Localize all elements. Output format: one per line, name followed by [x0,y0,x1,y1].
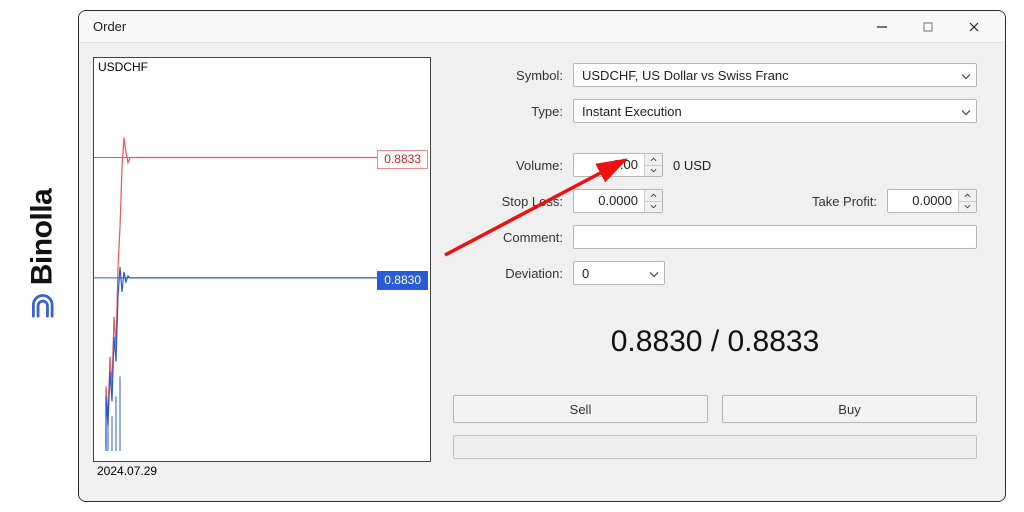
take-profit-label: Take Profit: [797,194,877,209]
sl-step-up[interactable] [645,190,662,201]
window-title: Order [93,19,126,34]
take-profit-value: 0.0000 [888,190,958,212]
symbol-dropdown[interactable]: USDCHF, US Dollar vs Swiss Franc [573,63,977,87]
binolla-logo-icon [27,292,57,325]
sl-step-down[interactable] [645,201,662,213]
symbol-label: Symbol: [453,68,563,83]
tp-step-down[interactable] [959,201,976,213]
chart-panel: USDCHF 0.8833 0.8830 2024.07.29 [93,57,431,487]
sell-button[interactable]: Sell [453,395,708,423]
bid-price-tag: 0.8830 [377,271,428,290]
window-titlebar: Order [79,11,1005,43]
take-profit-input[interactable]: 0.0000 [887,189,977,213]
type-label: Type: [453,104,563,119]
order-window: Order USDCHF [78,10,1006,502]
stop-loss-input[interactable]: 0.0000 [573,189,663,213]
chart-svg [94,58,430,461]
chevron-down-icon [649,266,659,281]
tp-step-up[interactable] [959,190,976,201]
brand-name: Binolla [25,189,59,286]
volume-currency-label: 0 USD [673,158,711,173]
volume-step-down[interactable] [645,165,662,177]
buy-button[interactable]: Buy [722,395,977,423]
close-button[interactable] [951,11,997,43]
chevron-down-icon [961,68,971,83]
brand-watermark: Binolla [12,0,72,512]
volume-value: 0.00 [574,154,644,176]
volume-label: Volume: [453,158,563,173]
volume-step-up[interactable] [645,154,662,165]
minimize-button[interactable] [859,11,905,43]
chevron-down-icon [961,104,971,119]
order-form: Symbol: USDCHF, US Dollar vs Swiss Franc… [453,57,977,487]
chart-date-label: 2024.07.29 [93,462,431,478]
stop-loss-label: Stop Loss: [453,194,563,209]
maximize-button[interactable] [905,11,951,43]
comment-input[interactable] [573,225,977,249]
deviation-value: 0 [582,266,589,281]
volume-input[interactable]: 0.00 [573,153,663,177]
deviation-dropdown[interactable]: 0 [573,261,665,285]
stop-loss-value: 0.0000 [574,190,644,212]
price-chart[interactable]: USDCHF 0.8833 0.8830 [93,57,431,462]
bid-ask-prices: 0.8830 / 0.8833 [453,325,977,359]
ask-price-tag: 0.8833 [377,150,428,169]
status-bar [453,435,977,459]
comment-label: Comment: [453,230,563,245]
type-dropdown[interactable]: Instant Execution [573,99,977,123]
deviation-label: Deviation: [453,266,563,281]
symbol-value: USDCHF, US Dollar vs Swiss Franc [582,68,789,83]
type-value: Instant Execution [582,104,682,119]
